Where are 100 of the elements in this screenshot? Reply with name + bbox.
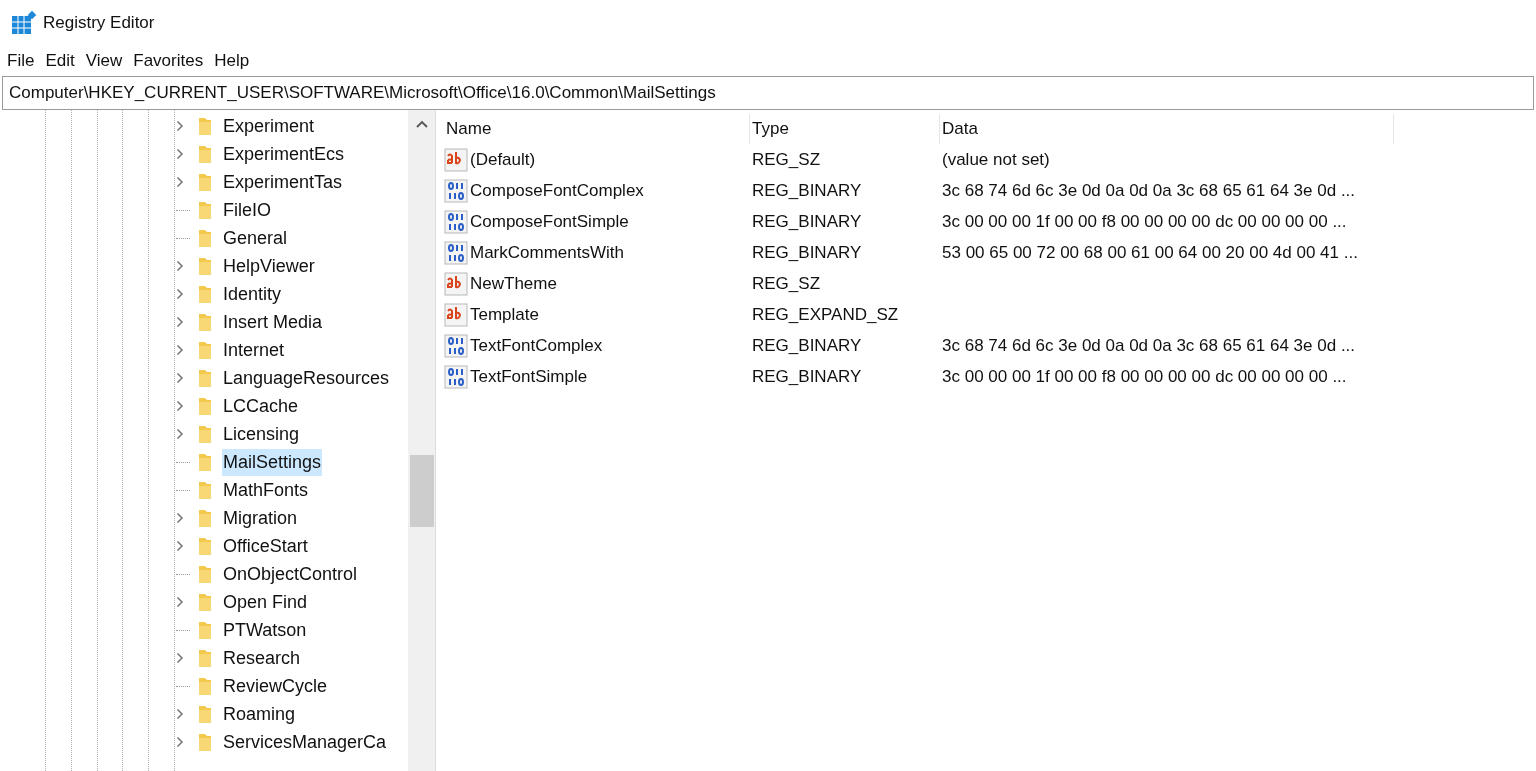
value-type: REG_BINARY bbox=[751, 210, 863, 233]
tree-item[interactable]: Migration bbox=[222, 504, 299, 532]
tree-item[interactable]: General bbox=[222, 224, 289, 252]
tree-item[interactable]: ServicesManagerCa bbox=[222, 728, 388, 756]
folder-icon bbox=[198, 704, 212, 724]
scrollbar[interactable] bbox=[408, 110, 435, 771]
value-name[interactable]: ComposeFontComplex bbox=[470, 177, 644, 204]
folder-icon bbox=[198, 620, 212, 640]
tree-item[interactable]: MailSettings bbox=[222, 448, 323, 476]
tree-item[interactable]: OnObjectControl bbox=[222, 560, 359, 588]
tree-item[interactable]: HelpViewer bbox=[222, 252, 316, 280]
folder-icon bbox=[198, 592, 212, 612]
chevron-right-icon[interactable] bbox=[176, 344, 184, 356]
scroll-up-icon[interactable] bbox=[415, 120, 428, 128]
chevron-right-icon[interactable] bbox=[176, 148, 184, 160]
tree-item[interactable]: ReviewCycle bbox=[222, 672, 329, 700]
folder-icon bbox=[198, 172, 212, 192]
folder-icon bbox=[198, 564, 212, 584]
folder-icon bbox=[198, 256, 212, 276]
folder-icon bbox=[198, 200, 212, 220]
menu-item[interactable]: Favorites bbox=[133, 48, 204, 74]
folder-icon bbox=[198, 144, 212, 164]
tree-item[interactable]: LanguageResources bbox=[222, 364, 391, 392]
folder-icon bbox=[198, 116, 212, 136]
tree-item[interactable]: PTWatson bbox=[222, 616, 308, 644]
value-name[interactable]: (Default) bbox=[470, 146, 536, 173]
chevron-right-icon[interactable] bbox=[176, 428, 184, 440]
value-type: REG_BINARY bbox=[751, 179, 863, 202]
scrollbar-thumb[interactable] bbox=[409, 455, 434, 527]
folder-icon bbox=[198, 480, 212, 500]
tree-item[interactable]: Internet bbox=[222, 336, 286, 364]
chevron-right-icon[interactable] bbox=[176, 288, 184, 300]
value-type: REG_BINARY bbox=[751, 365, 863, 388]
chevron-right-icon[interactable] bbox=[176, 372, 184, 384]
menu-item[interactable]: Edit bbox=[45, 48, 75, 74]
folder-icon bbox=[198, 368, 212, 388]
chevron-right-icon[interactable] bbox=[176, 540, 184, 552]
menu-item[interactable]: Help bbox=[214, 48, 250, 74]
column-header[interactable]: Data bbox=[940, 114, 1394, 144]
value-name[interactable]: Template bbox=[470, 301, 539, 328]
chevron-right-icon[interactable] bbox=[176, 176, 184, 188]
binary-value-icon bbox=[444, 364, 468, 389]
string-value-icon bbox=[444, 147, 468, 172]
chevron-right-icon[interactable] bbox=[176, 652, 184, 664]
menu-item[interactable]: File bbox=[7, 48, 35, 74]
tree-item[interactable]: Open Find bbox=[222, 588, 309, 616]
value-name[interactable]: MarkCommentsWith bbox=[470, 239, 624, 266]
column-header[interactable]: Type bbox=[750, 114, 940, 144]
tree-item[interactable]: Experiment bbox=[222, 112, 316, 140]
folder-icon bbox=[198, 312, 212, 332]
chevron-right-icon[interactable] bbox=[176, 708, 184, 720]
tree-item[interactable]: Licensing bbox=[222, 420, 301, 448]
column-header[interactable]: Name bbox=[444, 114, 750, 144]
binary-value-icon bbox=[444, 333, 468, 358]
chevron-right-icon[interactable] bbox=[176, 120, 184, 132]
value-type: REG_SZ bbox=[751, 148, 822, 171]
folder-icon bbox=[198, 228, 212, 248]
tree-item[interactable]: MathFonts bbox=[222, 476, 310, 504]
value-name[interactable]: TextFontSimple bbox=[470, 363, 588, 390]
tree-item[interactable]: FileIO bbox=[222, 196, 272, 224]
chevron-right-icon[interactable] bbox=[176, 596, 184, 608]
value-type: REG_BINARY bbox=[751, 241, 863, 264]
value-data: 53 00 65 00 72 00 68 00 61 00 64 00 20 00 4d 00 41 ... bbox=[941, 241, 1358, 264]
tree-item[interactable]: Roaming bbox=[222, 700, 297, 728]
window-title: Registry Editor bbox=[43, 12, 155, 35]
string-value-icon bbox=[444, 302, 468, 327]
tree-item[interactable]: Insert Media bbox=[222, 308, 324, 336]
tree-item[interactable]: ExperimentTas bbox=[222, 168, 344, 196]
menu-item[interactable]: View bbox=[85, 48, 123, 74]
chevron-right-icon[interactable] bbox=[176, 400, 184, 412]
folder-icon bbox=[198, 424, 212, 444]
value-data: 3c 00 00 00 1f 00 00 f8 00 00 00 00 dc 00 00 00 00 ... bbox=[941, 210, 1347, 233]
folder-icon bbox=[198, 396, 212, 416]
value-type: REG_BINARY bbox=[751, 334, 863, 357]
folder-icon bbox=[198, 340, 212, 360]
value-name[interactable]: TextFontComplex bbox=[470, 332, 603, 359]
chevron-right-icon[interactable] bbox=[176, 512, 184, 524]
value-data: 3c 68 74 6d 6c 3e 0d 0a 0d 0a 3c 68 65 61 64 3e 0d ... bbox=[941, 179, 1356, 202]
value-type: REG_EXPAND_SZ bbox=[751, 303, 900, 326]
value-data: 3c 68 74 6d 6c 3e 0d 0a 0d 0a 3c 68 65 61 64 3e 0d ... bbox=[941, 334, 1356, 357]
chevron-right-icon[interactable] bbox=[176, 736, 184, 748]
tree-item[interactable]: ExperimentEcs bbox=[222, 140, 346, 168]
value-name[interactable]: NewTheme bbox=[470, 270, 557, 297]
tree-item[interactable]: LCCache bbox=[222, 392, 300, 420]
address-bar[interactable]: Computer\HKEY_CURRENT_USER\SOFTWARE\Microsoft\Office\16.0\Common\MailSettings bbox=[2, 76, 1534, 110]
folder-icon bbox=[198, 508, 212, 528]
string-value-icon bbox=[444, 271, 468, 296]
folder-icon bbox=[198, 284, 212, 304]
value-data: 3c 00 00 00 1f 00 00 f8 00 00 00 00 dc 00 00 00 00 ... bbox=[941, 365, 1347, 388]
tree-item[interactable]: Research bbox=[222, 644, 302, 672]
tree-item[interactable]: OfficeStart bbox=[222, 532, 309, 560]
value-name[interactable]: ComposeFontSimple bbox=[470, 208, 629, 235]
chevron-right-icon[interactable] bbox=[176, 316, 184, 328]
registry-icon bbox=[11, 11, 37, 35]
folder-icon bbox=[198, 452, 212, 472]
chevron-right-icon[interactable] bbox=[176, 260, 184, 272]
folder-icon bbox=[198, 732, 212, 752]
binary-value-icon bbox=[444, 178, 468, 203]
folder-icon bbox=[198, 536, 212, 556]
tree-item[interactable]: Identity bbox=[222, 280, 283, 308]
